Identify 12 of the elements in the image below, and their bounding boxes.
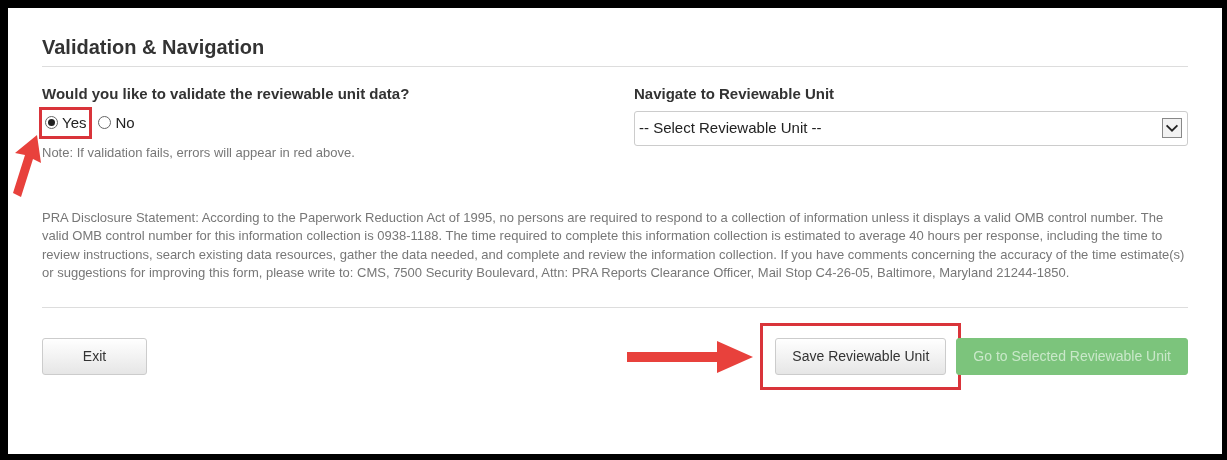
chevron-down-icon [1162, 118, 1182, 138]
radio-option[interactable]: Yes [42, 109, 90, 136]
radio-option[interactable]: No [95, 109, 138, 136]
action-button[interactable]: Save Reviewable Unit [775, 337, 947, 375]
arrow-icon [627, 339, 754, 374]
select-field[interactable]: -- Select Reviewable Unit -- [634, 110, 1188, 146]
action-button[interactable]: Exit [42, 337, 147, 375]
section-title: Validation & Navigation [42, 32, 1188, 67]
question-label: Would you like to validate the reviewable unit data? [42, 84, 411, 104]
field-label: Navigate to Reviewable Unit [634, 84, 836, 104]
note-text: Note: If validation fails, errors will appear in red above. [42, 144, 356, 162]
disclosure-paragraph: PRA Disclosure Statement: According to the Paperwork Reduction Act of 1995, no persons are required to respond to a collection of information unless it displays a valid OMB control number. The valid OMB control number for this information collection is 0938-1188. The time required to complete this information collection is estimated to average 40 hours per response, including the time to review instructions, search existing data resources, gather the data needed, and complete and review the information collection. If you have comments concerning the accuracy of the time estimate(s) or suggestions for improving this form, please write to: CMS, 7500 Security Boulevard, Attn: PRA Reports Clearance Officer, Mail Stop C4-26-05, Baltimore, Maryland 21244-1850. [42, 208, 1188, 308]
